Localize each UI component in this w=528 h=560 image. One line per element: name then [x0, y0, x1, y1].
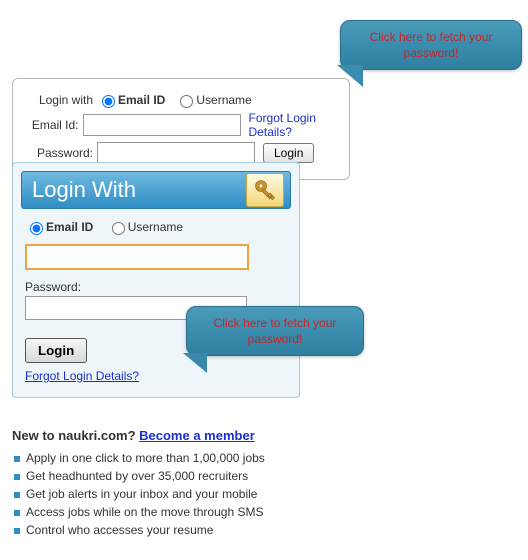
callout-mid-tail — [183, 353, 207, 373]
login-header: Login With — [21, 171, 291, 209]
promo-box: New to naukri.com? Become a member Apply… — [12, 428, 338, 539]
login-header-title: Login With — [32, 177, 136, 203]
email-id-label: Email Id: — [23, 118, 83, 132]
list-item: Get job alerts in your inbox and your mo… — [12, 485, 338, 503]
list-item: Access jobs while on the move through SM… — [12, 503, 338, 521]
radio-email-id[interactable]: Email ID — [97, 92, 165, 108]
promo-heading-prefix: New to naukri.com? — [12, 428, 139, 443]
login-button[interactable]: Login — [263, 143, 314, 163]
email-id-input[interactable] — [83, 114, 241, 136]
radio-email-id-2-label: Email ID — [46, 220, 93, 234]
promo-heading: New to naukri.com? Become a member — [12, 428, 338, 443]
forgot-login-details-link-2[interactable]: Forgot Login Details? — [25, 369, 139, 383]
radio-email-id-2[interactable]: Email ID — [25, 219, 93, 235]
callout-text: Click here to fetch your password! — [370, 30, 493, 60]
login-button-2[interactable]: Login — [25, 338, 87, 363]
radio-username-2[interactable]: Username — [107, 219, 183, 235]
login-with-label: Login with — [23, 93, 97, 107]
list-item: Control who accesses your resume — [12, 521, 338, 539]
callout-mid: Click here to fetch your password! — [186, 306, 364, 356]
password-label: Password: — [23, 146, 97, 160]
list-item: Apply in one click to more than 1,00,000… — [12, 449, 338, 467]
list-item: Get headhunted by over 35,000 recruiters — [12, 467, 338, 485]
radio-username-2-input[interactable] — [112, 222, 125, 235]
login-box-full: Login With Email ID Username Password: L… — [12, 162, 300, 398]
become-member-link[interactable]: Become a member — [139, 428, 255, 443]
forgot-login-details-link[interactable]: Forgot Login Details? — [249, 111, 339, 139]
password-label-2: Password: — [25, 280, 287, 294]
callout-mid-text: Click here to fetch your password! — [214, 316, 337, 346]
radio-username-label: Username — [196, 93, 251, 107]
radio-email-id-label: Email ID — [118, 93, 165, 107]
radio-email-id-2-input[interactable] — [30, 222, 43, 235]
radio-email-id-input[interactable] — [102, 95, 115, 108]
callout-top: Click here to fetch your password! — [340, 20, 522, 70]
radio-username-input[interactable] — [180, 95, 193, 108]
radio-username-2-label: Username — [128, 220, 183, 234]
email-id-input-2[interactable] — [25, 244, 249, 270]
radio-username[interactable]: Username — [175, 92, 251, 108]
promo-list: Apply in one click to more than 1,00,000… — [12, 449, 338, 539]
key-icon — [246, 173, 284, 207]
password-input[interactable] — [97, 142, 255, 164]
